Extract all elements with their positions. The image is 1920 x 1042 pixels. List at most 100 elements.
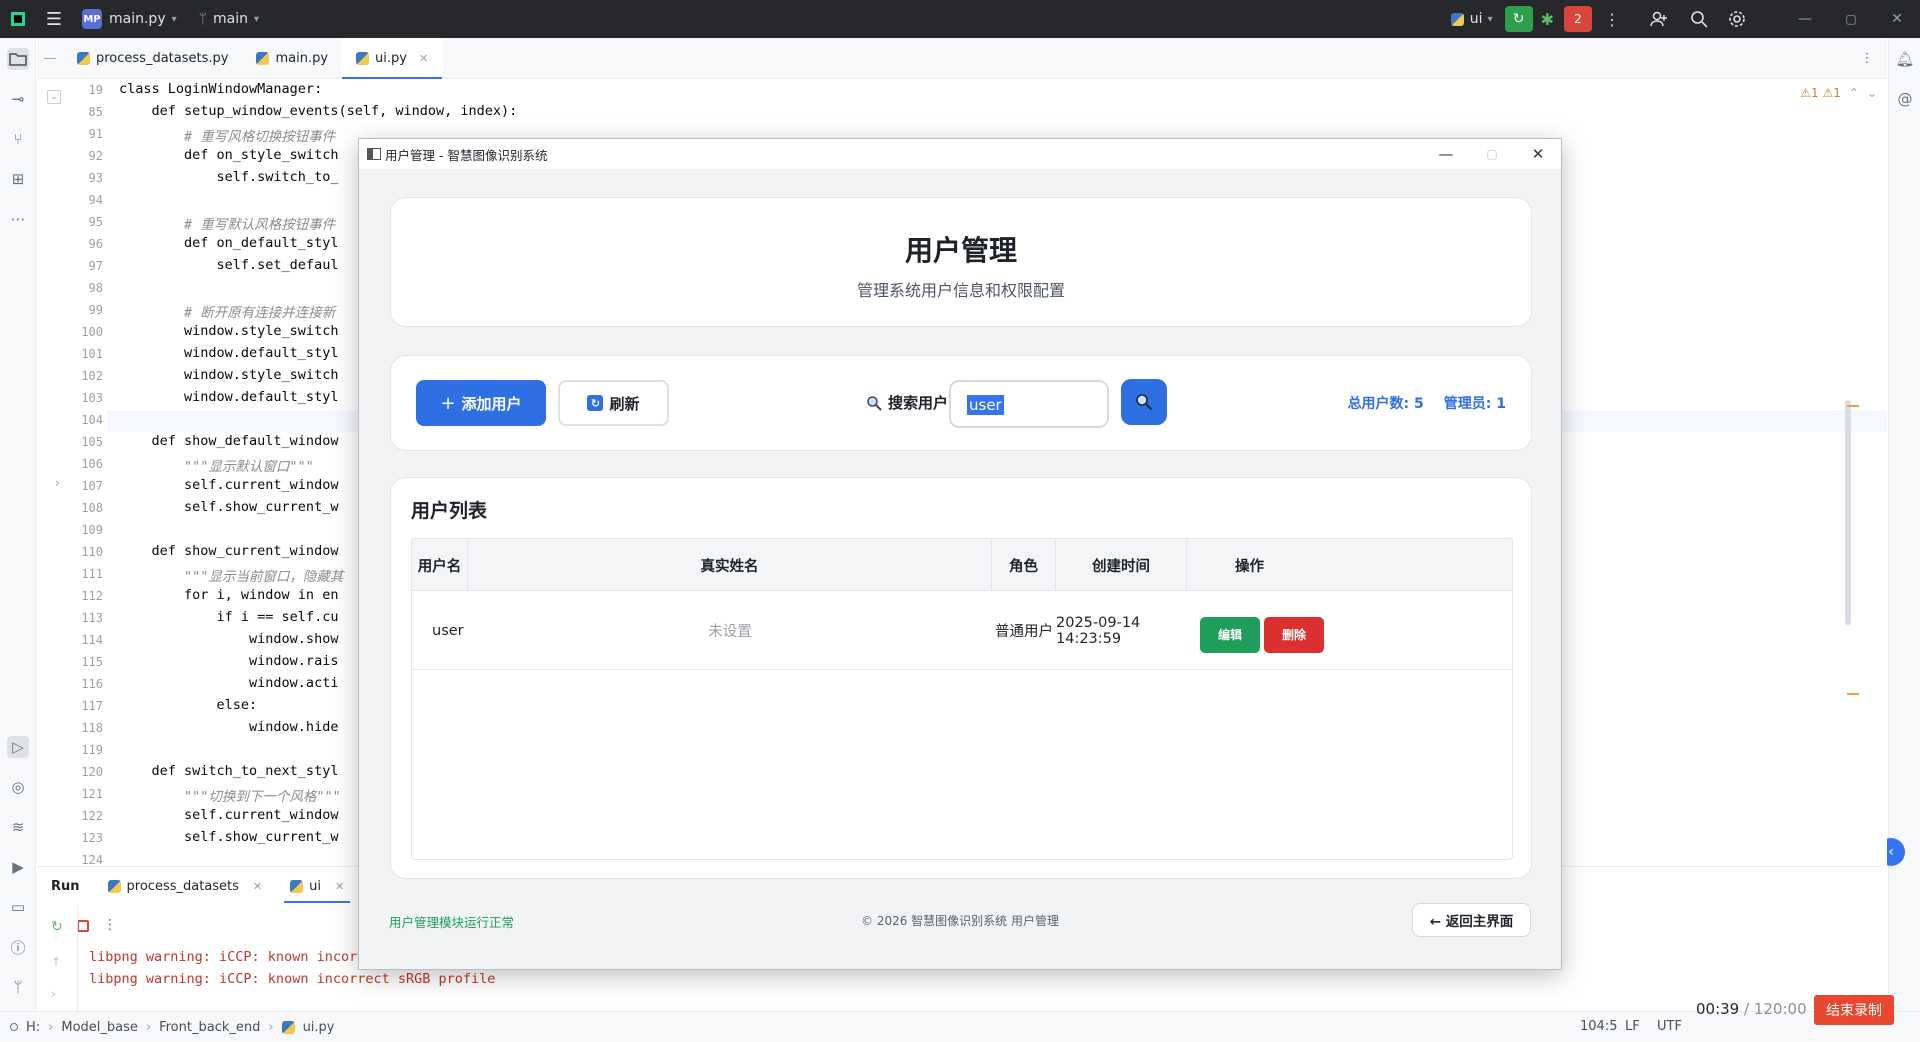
line-separator[interactable]: LF: [1625, 1019, 1640, 1034]
debug-button[interactable]: ✱: [1541, 0, 1554, 38]
code-line[interactable]: window.hide: [119, 719, 338, 735]
branch-selector[interactable]: ᛘ main ▾: [199, 0, 259, 38]
chevron-up-icon[interactable]: ⌃: [1849, 86, 1859, 100]
stop-button[interactable]: 2: [1564, 0, 1592, 38]
column-header-username[interactable]: 用户名: [412, 539, 468, 591]
ai-assistant-icon[interactable]: @: [1894, 88, 1916, 110]
code-line[interactable]: window.rais: [119, 653, 338, 669]
close-tab-icon[interactable]: ✕: [419, 52, 428, 65]
window-close-button[interactable]: ✕: [1874, 0, 1920, 38]
delete-button[interactable]: 删除: [1264, 616, 1324, 653]
code-line[interactable]: self.current_window: [119, 477, 338, 493]
code-line[interactable]: # 断开原有连接并连接新: [119, 301, 335, 321]
code-line[interactable]: # 重写风格切换按钮事件: [119, 125, 335, 145]
back-to-main-button[interactable]: ← 返回主界面: [1412, 903, 1531, 937]
python-console-icon[interactable]: ◎: [7, 776, 29, 798]
tab-process-datasets[interactable]: process_datasets.py: [63, 38, 242, 78]
add-user-icon[interactable]: [1650, 0, 1668, 38]
rerun-icon[interactable]: ↻: [51, 919, 63, 935]
code-line[interactable]: if i == self.cu: [119, 609, 339, 625]
breadcrumb-item[interactable]: Model_base: [61, 1020, 138, 1035]
more-actions-button[interactable]: ⋮: [1604, 0, 1620, 38]
code-line[interactable]: self.show_current_w: [119, 499, 338, 515]
more-tools-icon[interactable]: ⋯: [7, 208, 29, 230]
main-menu-icon[interactable]: ☰: [36, 0, 72, 38]
code-line[interactable]: def show_current_window: [119, 543, 339, 559]
problems-icon[interactable]: ⓘ: [7, 936, 29, 958]
code-line[interactable]: def setup_window_events(self, window, in…: [119, 103, 518, 119]
run-tab-ui[interactable]: ui ✕: [276, 867, 358, 905]
terminal-icon[interactable]: ▭: [7, 896, 29, 918]
code-line[interactable]: for i, window in en: [119, 587, 338, 603]
code-line[interactable]: """切换到下一个风格""": [119, 785, 341, 805]
breadcrumb-item[interactable]: ui.py: [303, 1020, 335, 1035]
stop-recording-button[interactable]: 结束录制: [1814, 995, 1894, 1025]
dialog-close-button[interactable]: ✕: [1515, 139, 1561, 169]
code-line[interactable]: window.style_switch: [119, 367, 338, 383]
code-line[interactable]: window.style_switch: [119, 323, 338, 339]
code-line[interactable]: """显示默认窗口""": [119, 455, 314, 475]
run-config-selector[interactable]: ui ▾: [1450, 0, 1493, 38]
run-tool-icon[interactable]: ▷: [7, 736, 29, 758]
services-icon[interactable]: ▶: [7, 856, 29, 878]
close-tab-icon[interactable]: ✕: [335, 880, 344, 893]
fold-toggle-icon[interactable]: ⌄: [47, 90, 61, 104]
more-vertical-icon[interactable]: ⋮: [103, 917, 117, 933]
scroll-up-icon[interactable]: ↑: [51, 955, 61, 969]
column-header-role[interactable]: 角色: [992, 539, 1056, 591]
commit-icon[interactable]: ⊸: [7, 88, 29, 110]
code-line[interactable]: else:: [119, 697, 258, 713]
search-button[interactable]: [1121, 379, 1167, 425]
expand-arrow-icon[interactable]: ›: [55, 476, 60, 490]
column-header-realname[interactable]: 真实姓名: [468, 539, 992, 591]
tab-main[interactable]: main.py: [242, 38, 342, 78]
chevron-down-icon[interactable]: ⌄: [1867, 86, 1877, 100]
edit-button[interactable]: 编辑: [1200, 616, 1260, 653]
caret-position[interactable]: 104:5: [1580, 1019, 1617, 1034]
expand-arrow-icon[interactable]: ›: [51, 987, 56, 1001]
tab-menu-icon[interactable]: ⋮: [1847, 38, 1887, 78]
code-line[interactable]: class LoginWindowManager:: [119, 81, 322, 97]
code-line[interactable]: """显示当前窗口，隐藏其: [119, 565, 343, 585]
editor-scrollbar[interactable]: [1845, 400, 1851, 625]
rerun-button[interactable]: ↻: [1504, 0, 1533, 38]
stop-icon[interactable]: [77, 920, 89, 932]
code-line[interactable]: self.current_window: [119, 807, 338, 823]
table-row[interactable]: user 未设置 普通用户 2025-09-14 14:23:59 编辑 删除: [412, 591, 1512, 670]
layers-icon[interactable]: ≋: [7, 816, 29, 838]
tab-ui[interactable]: ui.py ✕: [342, 38, 443, 79]
project-folder-icon[interactable]: [7, 48, 29, 70]
pull-requests-icon[interactable]: ⑂: [7, 128, 29, 150]
window-minimize-button[interactable]: —: [1782, 0, 1828, 38]
refresh-button[interactable]: ↻ 刷新: [558, 380, 669, 426]
window-maximize-button[interactable]: ▢: [1828, 0, 1874, 38]
search-everywhere-icon[interactable]: [1690, 0, 1708, 38]
code-line[interactable]: self.show_current_w: [119, 829, 338, 845]
code-line[interactable]: window.default_styl: [119, 389, 338, 405]
code-line[interactable]: self.switch_to_: [119, 169, 339, 185]
ide-logo-icon[interactable]: [0, 0, 36, 38]
notifications-bell-icon[interactable]: 🔔︎: [1894, 48, 1916, 70]
git-icon[interactable]: ᛘ: [7, 976, 29, 998]
dialog-minimize-button[interactable]: —: [1423, 139, 1469, 169]
close-tab-icon[interactable]: ✕: [253, 880, 262, 893]
column-header-created[interactable]: 创建时间: [1056, 539, 1187, 591]
file-encoding[interactable]: UTF: [1657, 1019, 1682, 1034]
code-line[interactable]: window.show: [119, 631, 338, 647]
dialog-maximize-button[interactable]: ▢: [1469, 139, 1515, 169]
structure-icon[interactable]: ⊞: [7, 168, 29, 190]
project-selector[interactable]: MP main.py ▾: [82, 0, 177, 38]
code-line[interactable]: def on_style_switch: [119, 147, 338, 163]
breadcrumb-item[interactable]: H:: [26, 1020, 40, 1035]
add-user-button[interactable]: + 添加用户: [416, 380, 546, 426]
settings-gear-icon[interactable]: [1728, 0, 1746, 38]
breadcrumb-item[interactable]: Front_back_end: [159, 1020, 260, 1035]
code-line[interactable]: def switch_to_next_styl: [119, 763, 339, 779]
inspection-warnings[interactable]: ⚠1 ⚠1 ⌃ ⌄: [1800, 86, 1877, 100]
code-line[interactable]: self.set_defaul: [119, 257, 339, 273]
run-tab-process-datasets[interactable]: process_datasets ✕: [94, 867, 277, 905]
code-line[interactable]: def show_default_window: [119, 433, 339, 449]
code-line[interactable]: def on_default_styl: [119, 235, 338, 251]
code-line[interactable]: window.acti: [119, 675, 338, 691]
code-line[interactable]: # 重写默认风格按钮事件: [119, 213, 335, 233]
